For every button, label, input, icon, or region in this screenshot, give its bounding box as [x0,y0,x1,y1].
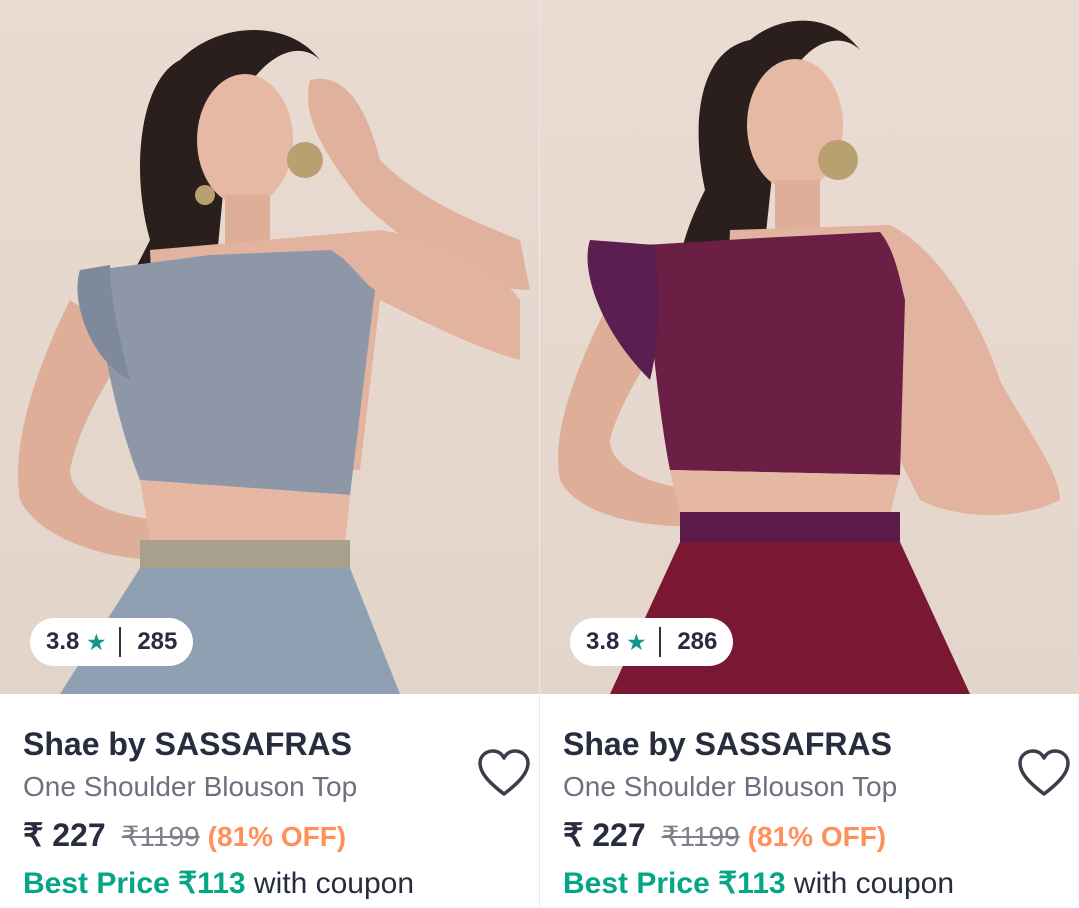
wishlist-button[interactable] [1015,744,1073,802]
star-icon: ★ [627,631,646,654]
rating-badge: 3.8 ★ 285 [30,618,194,666]
star-icon: ★ [87,631,106,654]
rating-count: 285 [137,628,178,655]
product-mrp: ₹1199 [661,821,740,852]
product-card[interactable]: 3.8 ★ 286 Shae by SASSAFRAS One Shoulder… [539,0,1079,908]
rating-value: 3.8 [46,628,80,655]
product-mrp: ₹1199 [121,821,200,852]
product-discount: (81% OFF) [207,821,347,852]
wishlist-button[interactable] [475,744,533,802]
product-brand: Shae by SASSAFRAS [563,726,892,762]
product-image[interactable]: 3.8 ★ 285 [0,0,539,694]
coupon-text: with coupon [245,867,415,900]
coupon-text: with coupon [785,867,955,900]
product-card[interactable]: 3.8 ★ 285 Shae by SASSAFRAS One Shoulder… [0,0,539,908]
product-price: ₹ 227 [563,817,646,853]
product-info[interactable]: Shae by SASSAFRAS One Shoulder Blouson T… [540,726,1079,902]
rating-divider [659,627,662,657]
product-image[interactable]: 3.8 ★ 286 [540,0,1079,694]
best-price: Best Price ₹113 [23,867,246,900]
best-price: Best Price ₹113 [563,867,786,900]
product-info[interactable]: Shae by SASSAFRAS One Shoulder Blouson T… [0,726,539,902]
rating-badge: 3.8 ★ 286 [570,618,734,666]
rating-value: 3.8 [586,628,620,655]
product-name: One Shoulder Blouson Top [563,771,898,802]
product-grid: 3.8 ★ 285 Shae by SASSAFRAS One Shoulder… [0,0,1079,908]
coupon-row: Best Price ₹113 with coupon [563,866,1079,902]
price-row: ₹ 227 ₹1199 (81% OFF) [23,816,539,856]
model-photo [558,20,1060,694]
product-brand: Shae by SASSAFRAS [23,726,352,762]
price-row: ₹ 227 ₹1199 (81% OFF) [563,816,1079,856]
product-name: One Shoulder Blouson Top [23,771,358,802]
model-photo [18,30,530,694]
rating-count: 286 [677,628,718,655]
coupon-row: Best Price ₹113 with coupon [23,866,539,902]
heart-outline-icon [1018,749,1070,796]
product-discount: (81% OFF) [747,821,887,852]
heart-outline-icon [478,749,530,796]
product-price: ₹ 227 [23,817,106,853]
rating-divider [119,627,122,657]
